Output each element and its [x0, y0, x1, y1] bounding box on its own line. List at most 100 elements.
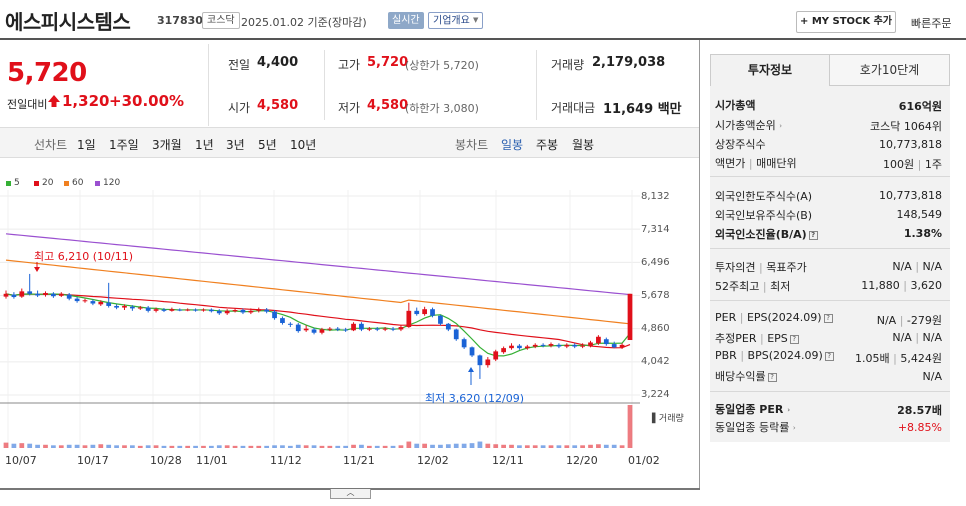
mcap-value: 616억원 — [898, 100, 942, 113]
industry-per-label[interactable]: 동일업종 PER › — [715, 401, 790, 417]
candle-body — [438, 315, 443, 324]
quick-order-link[interactable]: 빠른주문 — [911, 15, 951, 31]
volume-bar — [74, 444, 80, 448]
company-info-label: 기업개요 — [433, 15, 470, 27]
y-tick: 4,042 — [641, 356, 670, 367]
candle-daily[interactable]: 일봉 — [501, 136, 523, 153]
volume-bar — [374, 445, 380, 448]
tab-hoga10[interactable]: 호가10단계 — [830, 54, 950, 86]
period-3m[interactable]: 3개월 — [152, 136, 182, 153]
candle-body — [106, 302, 112, 306]
est-eps-text: EPS — [767, 332, 788, 345]
pbr-val: 1.05배 — [855, 352, 890, 365]
volume-bar — [453, 443, 459, 448]
help-icon[interactable]: ? — [823, 313, 833, 323]
volume-bar — [493, 444, 499, 448]
candle-body — [611, 344, 617, 348]
x-tick: 10/07 — [5, 454, 37, 467]
period-3y[interactable]: 3년 — [226, 136, 245, 153]
pbr-text: PBR — [715, 349, 737, 362]
help-icon[interactable]: ? — [824, 351, 834, 361]
x-tick: 10/28 — [150, 454, 182, 467]
candle-body — [74, 298, 80, 302]
volume-bar — [137, 445, 143, 448]
collapse-chevron-icon[interactable]: ︿ — [330, 489, 371, 499]
volume-bar — [611, 444, 617, 448]
period-1w[interactable]: 1주일 — [109, 136, 139, 153]
candle-body — [303, 328, 309, 331]
industry-change-label[interactable]: 동일업종 등락률 › — [715, 419, 796, 435]
candle-body — [327, 328, 333, 330]
mcap-rank-value: 코스닥 1064위 — [870, 120, 942, 133]
company-info-button[interactable]: 기업개요 ▼ — [428, 12, 484, 29]
candle-body — [461, 339, 467, 348]
ma60-swatch — [64, 181, 69, 186]
mcap-label: 시가총액 — [715, 99, 756, 112]
candle-body — [122, 305, 127, 308]
prev-close-value: 4,400 — [257, 55, 299, 70]
volume-bar — [366, 445, 372, 448]
amount-label: 거래대금 — [551, 101, 596, 115]
industry-change-text: 동일업종 등락률 — [715, 421, 790, 434]
legend-ma120[interactable]: 120 — [103, 178, 120, 188]
help-icon[interactable]: ? — [767, 372, 777, 382]
industry-per-value: 28.57배 — [897, 404, 942, 417]
separator: | — [762, 280, 767, 293]
mystock-label: MY STOCK 추가 — [811, 16, 893, 27]
period-10y[interactable]: 10년 — [290, 136, 316, 153]
volume-label: 거래량 — [551, 58, 585, 72]
volume-bar — [27, 443, 33, 448]
high-annotation: 최고 6,210 (10/11) — [34, 250, 134, 263]
volume-bar — [477, 441, 483, 448]
candle-body — [185, 309, 191, 311]
help-icon[interactable]: ? — [789, 334, 799, 344]
volume-bar — [43, 444, 48, 448]
est-eps-val: N/A — [922, 331, 942, 344]
candle-body — [406, 310, 412, 328]
realtime-badge[interactable]: 실시간 — [388, 12, 424, 29]
volume-bar — [145, 445, 151, 448]
period-1d[interactable]: 1일 — [77, 136, 96, 153]
period-5y[interactable]: 5년 — [258, 136, 277, 153]
industry-per-text: 동일업종 PER — [715, 403, 784, 416]
mcap-rank-label[interactable]: 시가총액순위 › — [715, 117, 782, 133]
period-1y[interactable]: 1년 — [195, 136, 214, 153]
legend-ma20[interactable]: 20 — [42, 178, 53, 188]
shares-value: 10,773,818 — [879, 138, 942, 151]
volume-legend-text: 거래량 — [658, 414, 684, 424]
volume-bar — [256, 445, 262, 448]
frn-hold-value: 148,549 — [896, 208, 943, 221]
ma20-line — [5, 293, 631, 349]
volume-bar — [382, 445, 388, 448]
volume-bar — [98, 444, 104, 448]
volume-bar — [311, 445, 317, 448]
volume-bar — [169, 445, 175, 448]
trade-unit-text: 매매단위 — [756, 157, 797, 170]
legend-ma5[interactable]: 5 — [14, 178, 20, 188]
eps-val: -279원 — [906, 314, 942, 327]
tab-invest-info[interactable]: 투자정보 — [710, 54, 830, 86]
candlestick-chart[interactable] — [0, 190, 640, 452]
candle-monthly[interactable]: 월봉 — [572, 136, 594, 153]
legend-ma60[interactable]: 60 — [72, 178, 83, 188]
open-value: 4,580 — [257, 98, 299, 113]
candle-body — [517, 345, 522, 349]
candle-body — [374, 328, 380, 330]
volume-bar — [517, 445, 522, 448]
volume-bar — [240, 445, 246, 448]
open-label: 시가 — [228, 101, 251, 115]
target-val: N/A — [922, 260, 942, 273]
candle-body — [335, 328, 341, 330]
volume-bar — [406, 441, 412, 448]
candle-body — [540, 344, 546, 346]
candle-weekly[interactable]: 주봉 — [536, 136, 558, 153]
help-icon[interactable]: ? — [808, 230, 818, 240]
candle-body — [224, 310, 230, 314]
volume-bar — [390, 445, 396, 448]
mystock-add-button[interactable]: + MY STOCK 추가 — [796, 11, 896, 33]
divider — [710, 300, 950, 301]
candle-body — [169, 309, 175, 311]
separator: | — [915, 331, 920, 344]
frn-limit-label: 외국인한도주식수(A) — [715, 190, 813, 203]
low-value: 4,580 — [367, 98, 409, 113]
